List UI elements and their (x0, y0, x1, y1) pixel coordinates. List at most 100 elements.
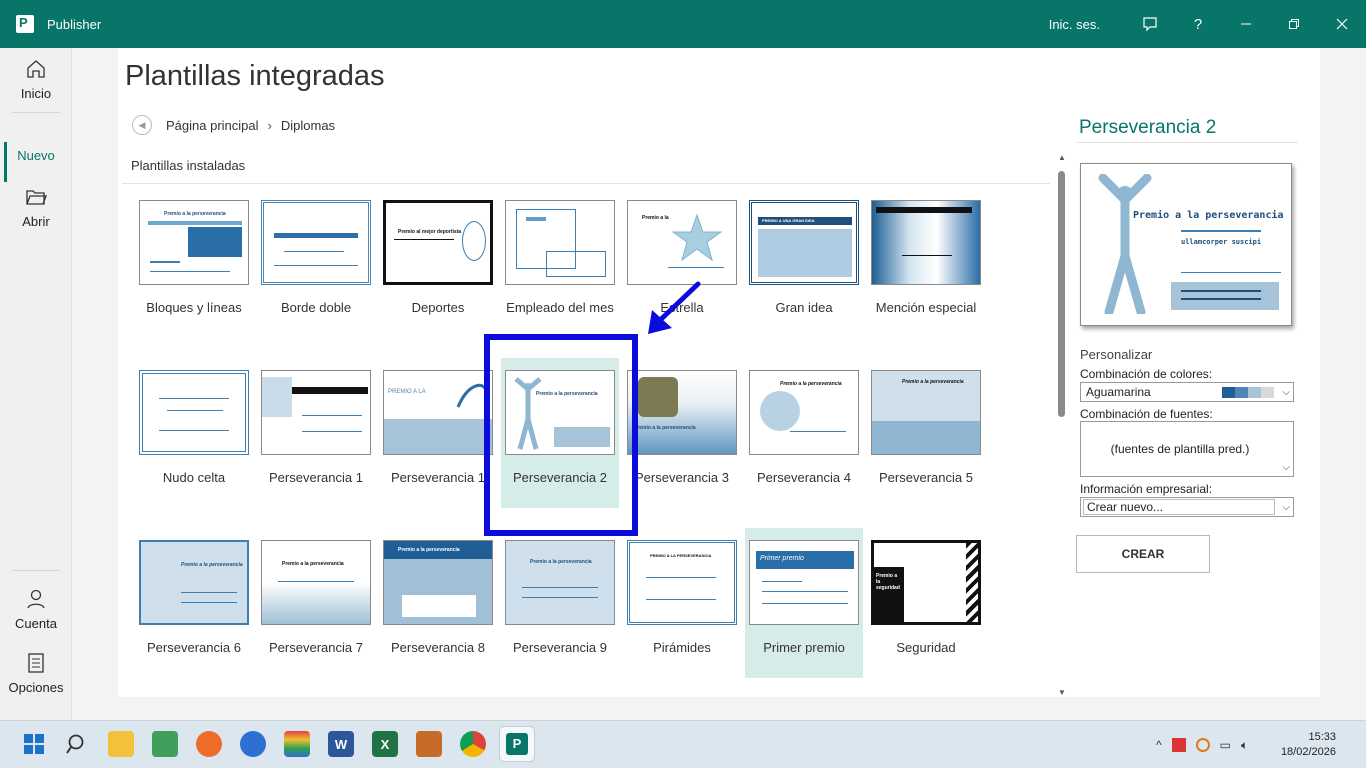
gallery-scrollbar[interactable]: ▲ ▼ (1055, 153, 1069, 697)
sign-in-link[interactable]: Inic. ses. (1049, 17, 1100, 32)
template-thumbnail: Premio a la perseverancia (627, 370, 737, 455)
nav-options-label: Opciones (8, 680, 64, 695)
options-icon (0, 652, 72, 680)
close-button[interactable] (1318, 0, 1366, 48)
tray-app-icon[interactable] (1171, 738, 1186, 752)
template-thumbnail: Premio a la perseverancia (505, 540, 615, 625)
publisher-logo-icon (16, 15, 34, 33)
chevron-up-icon[interactable]: ^ (1156, 738, 1162, 752)
color-swatch (1248, 387, 1261, 398)
font-scheme-select[interactable]: (fuentes de plantilla pred.) ⌵ (1080, 421, 1294, 477)
layers-app-icon[interactable] (284, 731, 310, 757)
back-arrow-icon[interactable]: ◀ (132, 115, 152, 135)
template-item[interactable]: Perseverancia 1 (257, 358, 375, 508)
preview-subtitle: ullamcorper suscipi (1181, 238, 1262, 246)
font-scheme-label: Combinación de fuentes: (1080, 407, 1213, 421)
template-item[interactable]: Primer premio Primer premio (745, 528, 863, 678)
preview-title: Premio a la perseverancia (1133, 210, 1284, 221)
annotation-highlight-box (484, 334, 638, 536)
nav-divider (12, 112, 60, 113)
search-icon[interactable] (64, 731, 90, 757)
nav-open[interactable]: Abrir (0, 186, 72, 229)
shield-app-icon[interactable] (240, 731, 266, 757)
create-button[interactable]: CREAR (1076, 535, 1210, 573)
template-item[interactable]: Premio a la perseverancia Perseverancia … (257, 528, 375, 678)
nav-options[interactable]: Opciones (0, 652, 72, 695)
business-info-select[interactable]: Crear nuevo... ⌵ (1080, 497, 1294, 517)
minimize-button[interactable] (1222, 0, 1270, 48)
backstage-nav: Inicio Nuevo Abrir Cuenta Opciones (0, 48, 72, 720)
template-thumbnail: PREMIO A LA PERSEVERANCIA (627, 540, 737, 625)
template-thumbnail: PREMIO A LA (383, 370, 493, 455)
template-thumbnail: Premio a la perseverancia (139, 200, 249, 285)
chevron-down-icon: ⌵ (1282, 462, 1290, 473)
template-preview: Premio a la perseverancia ullamcorper su… (1080, 163, 1292, 326)
template-item[interactable]: Premio a la perseverancia Perseverancia … (867, 358, 985, 508)
template-label: Seguridad (896, 640, 956, 655)
template-item[interactable]: Premio a la perseverancia Perseverancia … (135, 528, 253, 678)
business-info-value: Crear nuevo... (1083, 499, 1275, 515)
template-item[interactable]: Premio a la perseverancia Perseverancia … (501, 528, 619, 678)
template-thumbnail: PREMIO A UNA GRAN IDEA (749, 200, 859, 285)
file-explorer-icon[interactable] (108, 731, 134, 757)
nav-new-label: Nuevo (17, 148, 55, 163)
android-app-icon[interactable] (152, 731, 178, 757)
template-item[interactable]: Mención especial (867, 188, 985, 338)
network-icon[interactable]: ▭ (1220, 738, 1231, 752)
template-item[interactable]: Premio a la perseverancia Perseverancia … (379, 528, 497, 678)
nav-new[interactable]: Nuevo (0, 142, 72, 182)
person-icon (0, 588, 72, 616)
template-thumbnail (505, 200, 615, 285)
template-item[interactable]: PREMIO A UNA GRAN IDEA Gran idea (745, 188, 863, 338)
template-thumbnail: Premio a la seguridad (871, 540, 981, 625)
nav-home[interactable]: Inicio (0, 58, 72, 101)
chrome-icon[interactable] (460, 731, 486, 757)
start-button[interactable] (21, 731, 47, 757)
nav-account[interactable]: Cuenta (0, 588, 72, 631)
scrollbar-thumb[interactable] (1058, 171, 1065, 417)
template-item[interactable]: Borde doble (257, 188, 375, 338)
template-item[interactable]: Premio a la seguridad Seguridad (867, 528, 985, 678)
template-thumbnail: Premio a la perseverancia (749, 370, 859, 455)
clock-time: 15:33 (1308, 731, 1336, 743)
clock[interactable]: 15:33 18/02/2026 (1281, 730, 1336, 760)
template-thumbnail: Premio a la perseverancia (139, 540, 249, 625)
template-thumbnail (871, 200, 981, 285)
template-item[interactable]: Premio al mejor deportista Deportes (379, 188, 497, 338)
template-item[interactable]: Premio a la perseverancia Perseverancia … (745, 358, 863, 508)
color-scheme-select[interactable]: Aguamarina ⌵ (1080, 382, 1294, 402)
template-item[interactable]: PREMIO A LA Perseverancia 1 (379, 358, 497, 508)
word-icon[interactable]: W (328, 731, 354, 757)
breadcrumb-home[interactable]: Página principal (166, 118, 259, 133)
template-item[interactable]: PREMIO A LA PERSEVERANCIA Pirámides (623, 528, 741, 678)
annotation-arrow-icon (648, 281, 701, 334)
restore-button[interactable] (1270, 0, 1318, 48)
tray-search-app-icon[interactable] (1195, 738, 1210, 752)
game-app-icon[interactable] (416, 731, 442, 757)
folder-icon (0, 186, 72, 214)
divider (122, 183, 1050, 184)
scroll-up-icon[interactable]: ▲ (1058, 153, 1066, 162)
volume-icon[interactable]: 🔈︎ (1241, 738, 1248, 753)
feedback-icon[interactable] (1126, 0, 1174, 48)
template-thumbnail: Premio al mejor deportista (383, 200, 493, 285)
template-item[interactable]: Premio a la perseverancia Perseverancia … (623, 358, 741, 508)
template-item[interactable]: Nudo celta (135, 358, 253, 508)
title-bar: Publisher Inic. ses. ? (0, 0, 1366, 48)
color-scheme-label: Combinación de colores: (1080, 367, 1213, 381)
template-thumbnail: Primer premio (749, 540, 859, 625)
scroll-down-icon[interactable]: ▼ (1058, 688, 1066, 697)
color-swatch (1222, 387, 1235, 398)
template-thumbnail (261, 200, 371, 285)
section-label: Plantillas instaladas (131, 158, 246, 173)
template-thumbnail (261, 370, 371, 455)
publisher-taskbar-icon[interactable]: P (499, 726, 535, 762)
template-item[interactable]: Premio a la perseverancia Bloques y líne… (135, 188, 253, 338)
excel-icon[interactable]: X (372, 731, 398, 757)
color-scheme-value: Aguamarina (1086, 385, 1151, 399)
template-item[interactable]: Empleado del mes (501, 188, 619, 338)
firefox-icon[interactable] (196, 731, 222, 757)
personalize-heading: Personalizar (1080, 347, 1153, 362)
help-button[interactable]: ? (1174, 0, 1222, 48)
nav-open-label: Abrir (22, 214, 50, 229)
